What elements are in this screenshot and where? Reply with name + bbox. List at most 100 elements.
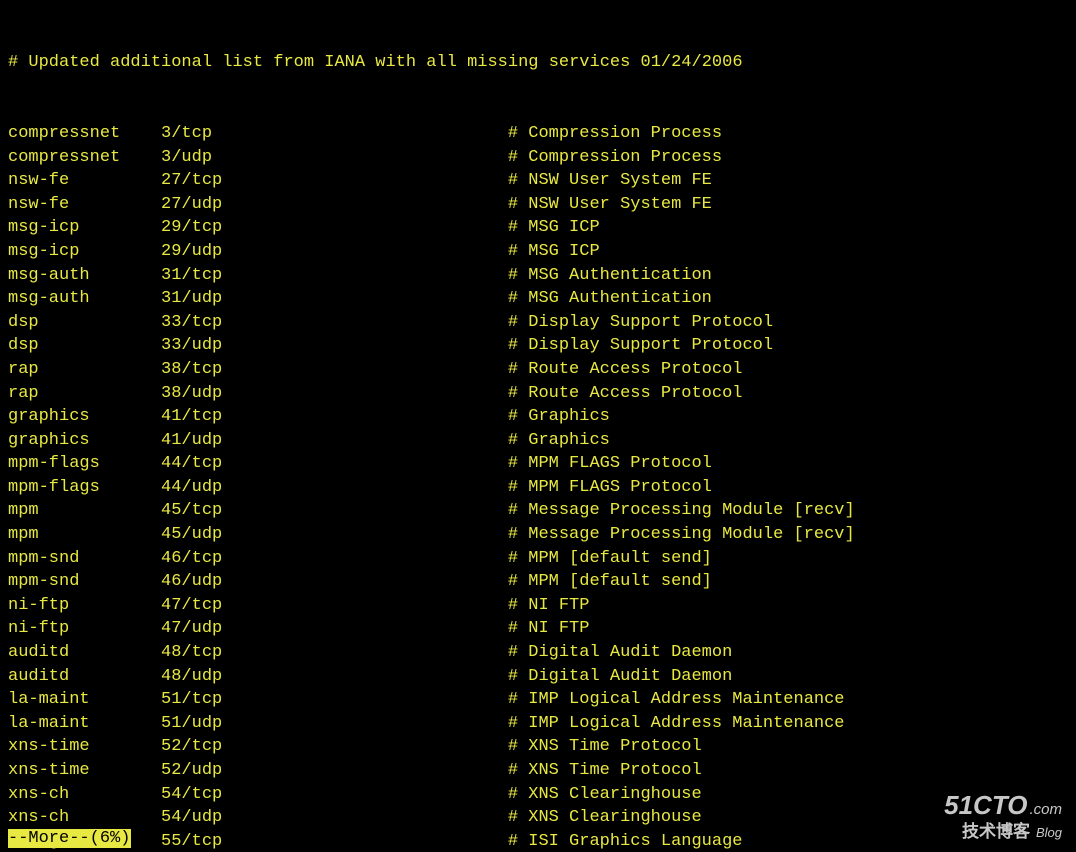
- comment-hash: #: [508, 240, 528, 264]
- pager-status-text: --More--(6%): [8, 829, 131, 848]
- service-description: MSG Authentication: [528, 287, 712, 311]
- service-row: mpm-flags44/tcp# MPM FLAGS Protocol: [8, 452, 1068, 476]
- service-row: ni-ftp47/tcp# NI FTP: [8, 594, 1068, 618]
- comment-hash: #: [508, 806, 528, 830]
- service-name: xns-ch: [8, 783, 161, 807]
- service-port: 51/tcp: [161, 688, 508, 712]
- service-row: rap38/tcp# Route Access Protocol: [8, 358, 1068, 382]
- service-description: MSG Authentication: [528, 264, 712, 288]
- service-description: Message Processing Module [recv]: [528, 499, 854, 523]
- service-description: IMP Logical Address Maintenance: [528, 712, 844, 736]
- service-description: XNS Clearinghouse: [528, 783, 701, 807]
- service-description: XNS Time Protocol: [528, 759, 701, 783]
- service-description: IMP Logical Address Maintenance: [528, 688, 844, 712]
- service-name: xns-time: [8, 759, 161, 783]
- service-row: msg-icp29/udp# MSG ICP: [8, 240, 1068, 264]
- service-name: mpm: [8, 499, 161, 523]
- service-port: 48/tcp: [161, 641, 508, 665]
- service-name: compressnet: [8, 122, 161, 146]
- service-name: auditd: [8, 641, 161, 665]
- service-row: xns-ch54/udp# XNS Clearinghouse: [8, 806, 1068, 830]
- service-description: Display Support Protocol: [528, 311, 773, 335]
- service-name: dsp: [8, 311, 161, 335]
- comment-hash: #: [508, 452, 528, 476]
- service-name: nsw-fe: [8, 169, 161, 193]
- service-port: 47/tcp: [161, 594, 508, 618]
- comment-hash: #: [508, 735, 528, 759]
- service-port: 27/udp: [161, 193, 508, 217]
- service-row: nsw-fe27/udp# NSW User System FE: [8, 193, 1068, 217]
- service-port: 46/tcp: [161, 547, 508, 571]
- service-description: MPM FLAGS Protocol: [528, 476, 712, 500]
- comment-hash: #: [508, 688, 528, 712]
- comment-hash: #: [508, 712, 528, 736]
- service-name: rap: [8, 358, 161, 382]
- service-row: la-maint51/udp# IMP Logical Address Main…: [8, 712, 1068, 736]
- service-description: XNS Time Protocol: [528, 735, 701, 759]
- file-header-comment: # Updated additional list from IANA with…: [8, 51, 1068, 75]
- service-row: graphics41/tcp# Graphics: [8, 405, 1068, 429]
- service-name: msg-auth: [8, 287, 161, 311]
- service-port: 38/udp: [161, 382, 508, 406]
- service-row: compressnet3/tcp# Compression Process: [8, 122, 1068, 146]
- service-port: 31/udp: [161, 287, 508, 311]
- service-row: compressnet3/udp# Compression Process: [8, 146, 1068, 170]
- comment-hash: #: [508, 830, 528, 852]
- service-row: la-maint51/tcp# IMP Logical Address Main…: [8, 688, 1068, 712]
- service-name: rap: [8, 382, 161, 406]
- comment-hash: #: [508, 169, 528, 193]
- service-port: 45/udp: [161, 523, 508, 547]
- service-description: Graphics: [528, 429, 610, 453]
- service-name: la-maint: [8, 712, 161, 736]
- service-description: NSW User System FE: [528, 169, 712, 193]
- service-row: msg-auth31/udp# MSG Authentication: [8, 287, 1068, 311]
- service-name: dsp: [8, 334, 161, 358]
- comment-hash: #: [508, 594, 528, 618]
- service-name: msg-icp: [8, 240, 161, 264]
- service-name: xns-ch: [8, 806, 161, 830]
- service-port: 52/udp: [161, 759, 508, 783]
- service-port: 52/tcp: [161, 735, 508, 759]
- service-name: mpm-snd: [8, 570, 161, 594]
- service-name: la-maint: [8, 688, 161, 712]
- terminal-output: # Updated additional list from IANA with…: [0, 0, 1076, 852]
- comment-hash: #: [508, 547, 528, 571]
- comment-hash: #: [508, 382, 528, 406]
- service-port: 29/tcp: [161, 216, 508, 240]
- comment-hash: #: [508, 405, 528, 429]
- service-description: MSG ICP: [528, 240, 599, 264]
- pager-prompt[interactable]: --More--(6%): [8, 829, 131, 848]
- service-port: 51/udp: [161, 712, 508, 736]
- service-name: nsw-fe: [8, 193, 161, 217]
- comment-hash: #: [508, 358, 528, 382]
- service-name: xns-time: [8, 735, 161, 759]
- service-description: Digital Audit Daemon: [528, 641, 732, 665]
- comment-hash: #: [508, 264, 528, 288]
- service-description: Display Support Protocol: [528, 334, 773, 358]
- service-description: Digital Audit Daemon: [528, 665, 732, 689]
- service-name: graphics: [8, 405, 161, 429]
- service-port: 3/udp: [161, 146, 508, 170]
- service-description: Compression Process: [528, 122, 722, 146]
- service-port: 33/udp: [161, 334, 508, 358]
- service-name: ni-ftp: [8, 617, 161, 641]
- comment-hash: #: [508, 476, 528, 500]
- service-port: 46/udp: [161, 570, 508, 594]
- service-description: Message Processing Module [recv]: [528, 523, 854, 547]
- service-port: 55/tcp: [161, 830, 508, 852]
- service-row: xns-time52/tcp# XNS Time Protocol: [8, 735, 1068, 759]
- comment-hash: #: [508, 287, 528, 311]
- service-name: graphics: [8, 429, 161, 453]
- service-description: NI FTP: [528, 617, 589, 641]
- service-name: mpm: [8, 523, 161, 547]
- service-row: msg-auth31/tcp# MSG Authentication: [8, 264, 1068, 288]
- service-port: 41/tcp: [161, 405, 508, 429]
- comment-hash: #: [508, 193, 528, 217]
- service-description: Compression Process: [528, 146, 722, 170]
- comment-hash: #: [508, 759, 528, 783]
- service-row: mpm-snd46/tcp# MPM [default send]: [8, 547, 1068, 571]
- service-name: ni-ftp: [8, 594, 161, 618]
- service-description: MPM FLAGS Protocol: [528, 452, 712, 476]
- service-port: 47/udp: [161, 617, 508, 641]
- service-row: mpm-flags44/udp# MPM FLAGS Protocol: [8, 476, 1068, 500]
